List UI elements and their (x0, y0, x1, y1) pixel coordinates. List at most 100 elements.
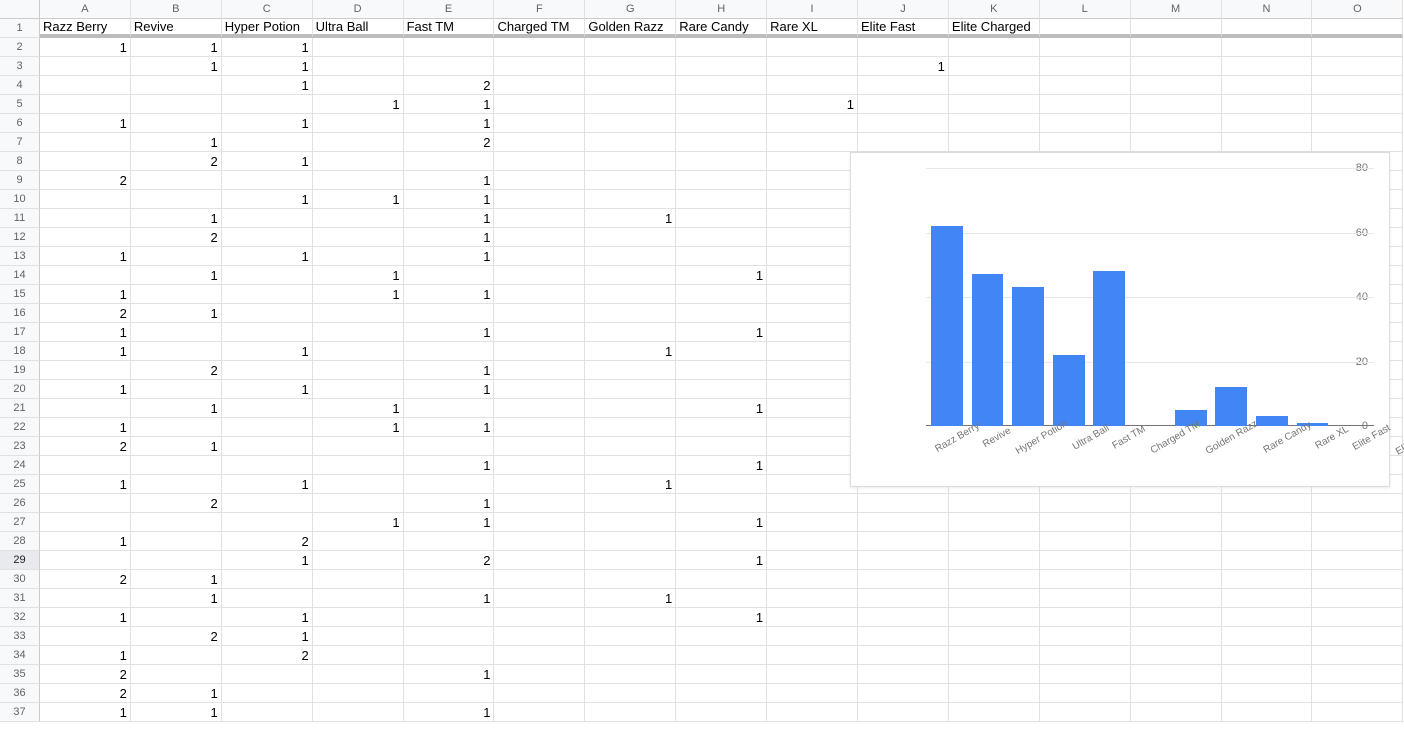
cell-J28[interactable] (858, 532, 949, 551)
cell-G5[interactable] (585, 95, 676, 114)
cell-M3[interactable] (1131, 57, 1222, 76)
column-header-M[interactable]: M (1131, 0, 1222, 19)
cell-H13[interactable] (676, 247, 767, 266)
cell-D21[interactable]: 1 (313, 399, 404, 418)
header-cell-J[interactable]: Elite Fast (858, 19, 949, 38)
cell-I30[interactable] (767, 570, 858, 589)
cell-O3[interactable] (1312, 57, 1403, 76)
cell-F22[interactable] (494, 418, 585, 437)
cell-H21[interactable]: 1 (676, 399, 767, 418)
cell-O34[interactable] (1312, 646, 1403, 665)
header-cell-B[interactable]: Revive (131, 19, 222, 38)
cell-F28[interactable] (494, 532, 585, 551)
cell-F18[interactable] (494, 342, 585, 361)
header-cell-E[interactable]: Fast TM (404, 19, 495, 38)
row-header-17[interactable]: 17 (0, 323, 40, 342)
row-header-23[interactable]: 23 (0, 437, 40, 456)
cell-E6[interactable]: 1 (404, 114, 495, 133)
cell-C12[interactable] (222, 228, 313, 247)
cell-H7[interactable] (676, 133, 767, 152)
cell-I5[interactable]: 1 (767, 95, 858, 114)
header-cell-L[interactable] (1040, 19, 1131, 38)
cell-H18[interactable] (676, 342, 767, 361)
row-header-20[interactable]: 20 (0, 380, 40, 399)
cell-B34[interactable] (131, 646, 222, 665)
cell-I19[interactable] (767, 361, 858, 380)
cell-G16[interactable] (585, 304, 676, 323)
cell-B7[interactable]: 1 (131, 133, 222, 152)
cell-H3[interactable] (676, 57, 767, 76)
cell-O4[interactable] (1312, 76, 1403, 95)
cell-H15[interactable] (676, 285, 767, 304)
cell-C25[interactable]: 1 (222, 475, 313, 494)
cell-G10[interactable] (585, 190, 676, 209)
cell-K30[interactable] (949, 570, 1040, 589)
cell-B8[interactable]: 2 (131, 152, 222, 171)
cell-D16[interactable] (313, 304, 404, 323)
cell-A22[interactable]: 1 (40, 418, 131, 437)
cell-G37[interactable] (585, 703, 676, 722)
cell-B25[interactable] (131, 475, 222, 494)
cell-A11[interactable] (40, 209, 131, 228)
cell-A5[interactable] (40, 95, 131, 114)
cell-G18[interactable]: 1 (585, 342, 676, 361)
cell-C35[interactable] (222, 665, 313, 684)
cell-J29[interactable] (858, 551, 949, 570)
cell-I28[interactable] (767, 532, 858, 551)
cell-B9[interactable] (131, 171, 222, 190)
cell-B20[interactable] (131, 380, 222, 399)
column-header-K[interactable]: K (949, 0, 1040, 19)
cell-G4[interactable] (585, 76, 676, 95)
cell-F33[interactable] (494, 627, 585, 646)
cell-L2[interactable] (1040, 38, 1131, 57)
cell-I3[interactable] (767, 57, 858, 76)
row-header-37[interactable]: 37 (0, 703, 40, 722)
header-cell-A[interactable]: Razz Berry (40, 19, 131, 38)
cell-O26[interactable] (1312, 494, 1403, 513)
cell-A20[interactable]: 1 (40, 380, 131, 399)
row-header-34[interactable]: 34 (0, 646, 40, 665)
cell-M28[interactable] (1131, 532, 1222, 551)
cell-M29[interactable] (1131, 551, 1222, 570)
cell-D5[interactable]: 1 (313, 95, 404, 114)
cell-M32[interactable] (1131, 608, 1222, 627)
cell-F15[interactable] (494, 285, 585, 304)
cell-H23[interactable] (676, 437, 767, 456)
cell-I32[interactable] (767, 608, 858, 627)
cell-N6[interactable] (1222, 114, 1313, 133)
cell-K34[interactable] (949, 646, 1040, 665)
cell-A15[interactable]: 1 (40, 285, 131, 304)
cell-G32[interactable] (585, 608, 676, 627)
cell-O27[interactable] (1312, 513, 1403, 532)
cell-E31[interactable]: 1 (404, 589, 495, 608)
cell-B17[interactable] (131, 323, 222, 342)
row-header-1[interactable]: 1 (0, 19, 40, 38)
column-header-B[interactable]: B (131, 0, 222, 19)
cell-E28[interactable] (404, 532, 495, 551)
cell-O7[interactable] (1312, 133, 1403, 152)
cell-C23[interactable] (222, 437, 313, 456)
cell-B23[interactable]: 1 (131, 437, 222, 456)
column-header-O[interactable]: O (1312, 0, 1403, 19)
cell-J37[interactable] (858, 703, 949, 722)
cell-I24[interactable] (767, 456, 858, 475)
cell-L29[interactable] (1040, 551, 1131, 570)
cell-C15[interactable] (222, 285, 313, 304)
cell-I34[interactable] (767, 646, 858, 665)
cell-M37[interactable] (1131, 703, 1222, 722)
cell-B18[interactable] (131, 342, 222, 361)
cell-K3[interactable] (949, 57, 1040, 76)
cell-G30[interactable] (585, 570, 676, 589)
cell-D4[interactable] (313, 76, 404, 95)
cell-B16[interactable]: 1 (131, 304, 222, 323)
cell-I14[interactable] (767, 266, 858, 285)
row-header-7[interactable]: 7 (0, 133, 40, 152)
cell-E18[interactable] (404, 342, 495, 361)
column-header-I[interactable]: I (767, 0, 858, 19)
cell-L28[interactable] (1040, 532, 1131, 551)
cell-H6[interactable] (676, 114, 767, 133)
cell-M5[interactable] (1131, 95, 1222, 114)
cell-A30[interactable]: 2 (40, 570, 131, 589)
cell-D35[interactable] (313, 665, 404, 684)
cell-D20[interactable] (313, 380, 404, 399)
